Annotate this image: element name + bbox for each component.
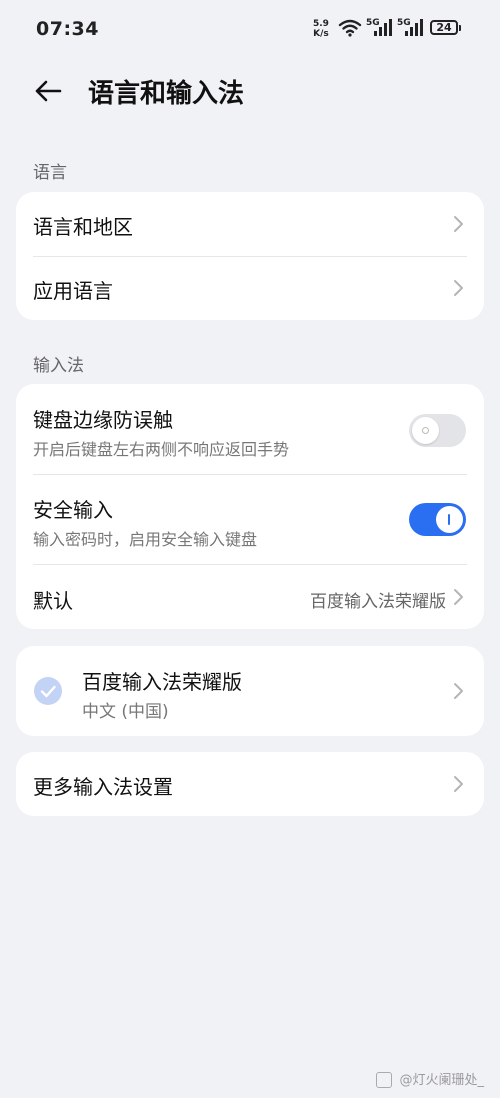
section-label-language: 语言 (33, 163, 67, 183)
section-label-input-method: 输入法 (33, 356, 84, 376)
chevron-right-icon (454, 280, 463, 296)
ime-card[interactable]: 百度输入法荣耀版 中文 (中国) (16, 646, 484, 736)
ime-locale: 中文 (中国) (82, 702, 169, 722)
status-bar: 07:34 5.9 K/s 5G 5G 24 (0, 0, 500, 60)
page-header: 语言和输入法 (0, 60, 500, 124)
signal-1-label: 5G (366, 18, 380, 28)
list-item-secure-input[interactable]: 安全输入 输入密码时，启用安全输入键盘 (16, 474, 484, 564)
toggle-knob (436, 506, 463, 533)
list-item-app-language[interactable]: 应用语言 (16, 256, 484, 320)
edge-touch-toggle[interactable] (409, 414, 466, 447)
input-method-card: 键盘边缘防误触 开启后键盘左右两侧不响应返回手势 安全输入 输入密码时，启用安全… (16, 384, 484, 629)
edge-touch-subtitle: 开启后键盘左右两侧不响应返回手势 (33, 440, 290, 459)
list-item-language-region[interactable]: 语言和地区 (16, 192, 484, 256)
secure-input-subtitle: 输入密码时，启用安全输入键盘 (33, 530, 258, 549)
default-ime-value: 百度输入法荣耀版 (310, 592, 446, 612)
chevron-right-icon (454, 683, 463, 699)
check-icon (40, 685, 56, 698)
cell-signal-icon: 5G (366, 18, 392, 36)
more-settings-card[interactable]: 更多输入法设置 (16, 752, 484, 816)
app-language-label: 应用语言 (33, 279, 113, 303)
more-settings-label: 更多输入法设置 (33, 775, 173, 799)
page-title: 语言和输入法 (88, 79, 245, 109)
chevron-right-icon (454, 589, 463, 605)
network-speed-value: 5.9 (313, 19, 329, 29)
arrow-left-icon[interactable] (33, 76, 63, 106)
battery-icon: 24 (430, 20, 461, 35)
watermark: @灯火阑珊处_ (399, 1073, 484, 1088)
default-ime-title: 默认 (33, 589, 73, 613)
cell-signal-icon-2: 5G (397, 18, 423, 36)
network-speed-unit: K/s (313, 29, 329, 39)
chevron-right-icon (454, 216, 463, 232)
wifi-icon (338, 19, 362, 37)
edge-touch-title: 键盘边缘防误触 (33, 408, 173, 432)
secure-input-toggle[interactable] (409, 503, 466, 536)
list-item-default-ime[interactable]: 默认 百度输入法荣耀版 (16, 564, 484, 629)
network-speed: 5.9 K/s (313, 19, 329, 39)
watermark-logo-icon (376, 1072, 392, 1088)
chevron-right-icon (454, 776, 463, 792)
toggle-knob (412, 417, 439, 444)
language-region-label: 语言和地区 (33, 215, 133, 239)
ime-name: 百度输入法荣耀版 (82, 670, 242, 694)
signal-2-label: 5G (397, 18, 411, 28)
check-circle-icon[interactable] (34, 677, 62, 705)
language-card: 语言和地区 应用语言 (16, 192, 484, 320)
list-item-edge-touch[interactable]: 键盘边缘防误触 开启后键盘左右两侧不响应返回手势 (16, 384, 484, 474)
secure-input-title: 安全输入 (33, 498, 113, 522)
status-time: 07:34 (36, 18, 99, 40)
